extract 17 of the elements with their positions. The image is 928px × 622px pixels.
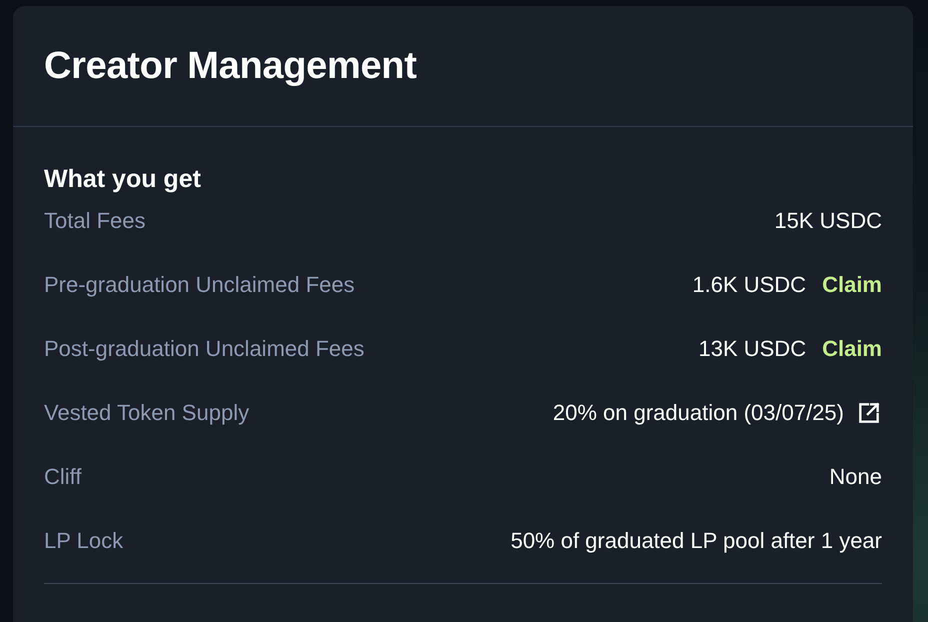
row-label: Post-graduation Unclaimed Fees [44,336,364,362]
row-value: 50% of graduated LP pool after 1 year [510,528,882,554]
claim-link[interactable]: Claim [822,272,882,298]
row-label: Pre-graduation Unclaimed Fees [44,272,355,298]
row-value: 15K USDC [774,208,882,234]
row-value: 1.6K USDC [692,272,806,298]
row-value: None [829,464,882,490]
external-link-icon[interactable] [856,400,882,426]
card-title: Creator Management [43,44,418,89]
row-value: 13K USDC [698,336,806,362]
row-label: Vested Token Supply [44,400,250,426]
row-label: Cliff [44,464,82,490]
section-heading: What you get [44,164,202,195]
claim-link[interactable]: Claim [822,336,882,362]
row-label: Total Fees [44,208,146,234]
row-label: LP Lock [44,528,124,554]
row-value: 20% on graduation (03/07/25) [552,400,844,426]
